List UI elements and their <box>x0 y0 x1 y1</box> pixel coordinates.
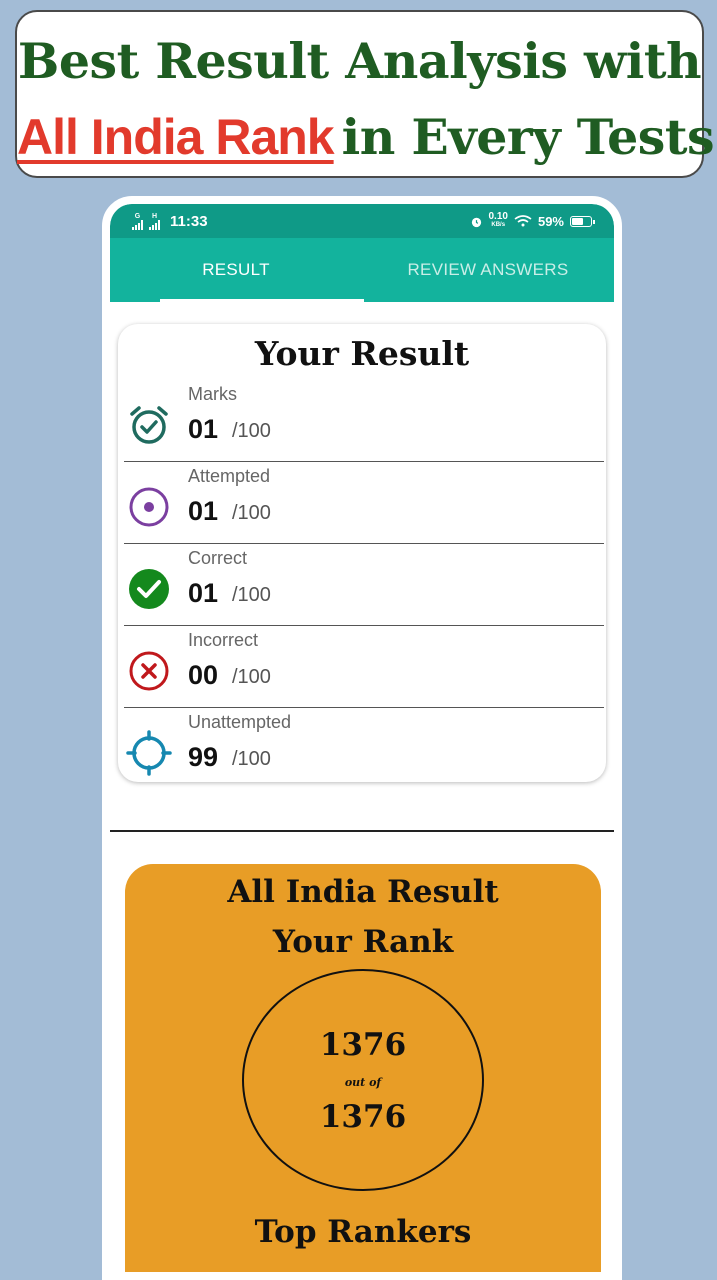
x-circle-icon <box>129 651 169 691</box>
tab-result[interactable]: RESULT <box>110 238 362 302</box>
network-type-1: G <box>134 212 141 220</box>
row-total: /100 <box>232 502 271 524</box>
section-divider <box>110 830 614 832</box>
net-speed-unit: KB/s <box>491 222 506 228</box>
row-total: /100 <box>232 748 271 770</box>
top-rankers-heading: Top Rankers <box>254 1214 472 1250</box>
wifi-icon <box>514 215 532 227</box>
network-type-2: H <box>151 212 158 220</box>
rank-value: 1376 <box>319 1027 407 1063</box>
result-row-attempted: Attempted 01 /100 <box>124 462 604 544</box>
row-value: 99 <box>188 742 219 772</box>
battery-percent: 59% <box>537 213 564 229</box>
status-bar: G H 11:33 0.10 KB/s 59% <box>110 204 614 238</box>
rank-subtitle: Your Rank <box>272 924 454 960</box>
row-value: 01 <box>188 578 219 608</box>
row-label: Marks <box>188 384 237 404</box>
row-label: Attempted <box>188 466 271 486</box>
signal-icon <box>149 219 160 230</box>
result-row-unattempted: Unattempted 99 /100 <box>124 708 604 790</box>
row-label: Unattempted <box>188 712 292 732</box>
tab-bar: RESULT REVIEW ANSWERS <box>110 238 614 302</box>
phone-frame: G H 11:33 0.10 KB/s 59% RESULT REVIEW AN… <box>102 196 622 1280</box>
alarm-icon <box>471 217 481 227</box>
row-label: Incorrect <box>188 630 259 650</box>
row-value: 00 <box>188 660 219 690</box>
row-total: /100 <box>232 420 271 442</box>
net-speed-value: 0.10 <box>488 211 508 222</box>
row-total: /100 <box>232 666 271 688</box>
banner-subheadline: All India Rank in Every Tests <box>17 108 715 166</box>
rank-title: All India Result <box>227 874 499 910</box>
net-speed: 0.10 KB/s <box>489 212 508 230</box>
result-row-incorrect: Incorrect 00 /100 <box>124 626 604 708</box>
result-row-correct: Correct 01 /100 <box>124 544 604 626</box>
signal-1: G <box>132 213 143 230</box>
radio-dot-icon <box>129 487 169 527</box>
result-row-marks: Marks 01 /100 <box>124 380 604 462</box>
banner-headline: Best Result Analysis with <box>17 32 702 90</box>
row-label: Correct <box>188 548 248 568</box>
result-title: Your Result <box>254 334 470 373</box>
promo-banner: Best Result Analysis with All India Rank… <box>15 10 715 178</box>
signal-2: H <box>149 213 160 230</box>
tab-review-answers[interactable]: REVIEW ANSWERS <box>362 238 614 302</box>
banner-highlight: All India Rank <box>17 109 335 165</box>
alarm-check-icon <box>130 406 168 444</box>
row-value: 01 <box>188 414 219 444</box>
status-left: G H 11:33 <box>132 213 208 230</box>
banner-line2-rest: in Every Tests <box>341 108 715 166</box>
status-right: 0.10 KB/s 59% <box>470 212 595 230</box>
active-tab-indicator <box>160 299 364 302</box>
row-total: /100 <box>232 584 271 606</box>
row-value: 01 <box>188 496 219 526</box>
status-time: 11:33 <box>170 212 208 230</box>
battery-icon <box>570 215 595 227</box>
rank-total: 1376 <box>319 1099 407 1135</box>
all-india-rank-card: All India Result Your Rank 1376 out of 1… <box>125 864 601 1272</box>
check-circle-icon <box>129 569 169 609</box>
rank-out-of: out of <box>344 1076 382 1089</box>
result-card: Your Result Marks 01 /100 Attempted 01 /… <box>118 324 606 782</box>
signal-icon <box>132 219 143 230</box>
crosshair-icon <box>126 730 172 776</box>
rank-circle: 1376 out of 1376 <box>242 969 484 1191</box>
